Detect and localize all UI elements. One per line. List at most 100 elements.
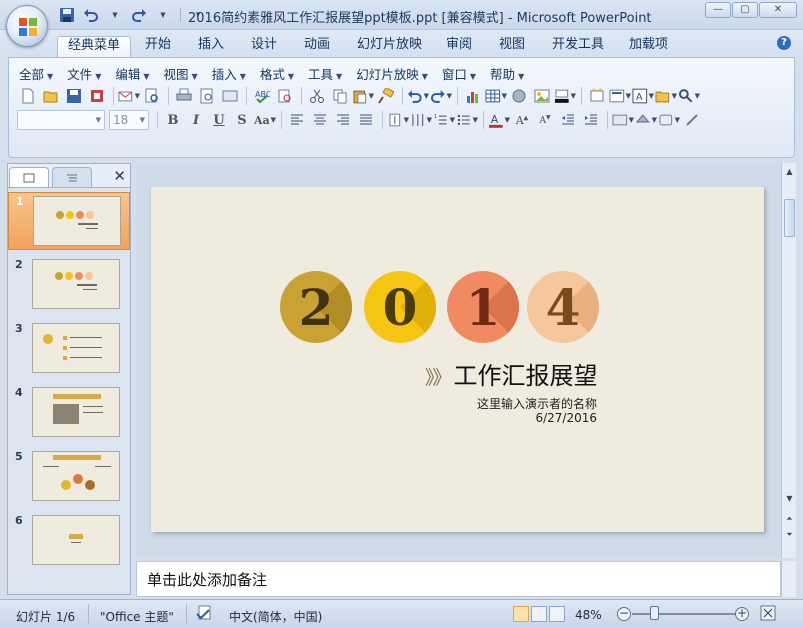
slide-thumbnail[interactable]: 3 [8,320,130,378]
insert-clipart-icon[interactable] [508,86,530,106]
slides-tab[interactable] [9,167,49,187]
zoom-out-button[interactable]: − [617,607,631,621]
copy-icon[interactable] [329,86,351,106]
year-digit-circle[interactable]: 4 [527,271,599,343]
notes-scrollbar[interactable] [781,561,796,597]
slide-layout-icon[interactable]: ▼ [609,86,631,106]
format-painter-icon[interactable] [375,86,397,106]
align-text-icon[interactable]: ▼ [410,110,432,130]
email-icon[interactable]: ▼ [118,86,140,106]
insert-chart-icon[interactable] [462,86,484,106]
tab-developer[interactable]: 开发工具 [542,36,614,57]
new-slide-icon[interactable] [586,86,608,106]
shape-fill-icon[interactable]: ▼ [658,110,680,130]
vertical-scrollbar[interactable]: ▲ ▼ ⏶ ⏷ [781,163,796,558]
slide-thumbnail[interactable]: 6 [8,512,130,570]
slide-thumbnail[interactable]: 4 [8,384,130,442]
redo-icon[interactable]: ▼ [430,86,452,106]
tab-design[interactable]: 设计 [241,36,287,57]
shapes-folder-icon[interactable]: ▼ [655,86,677,106]
menu-view[interactable]: 视图 ▼ [164,64,198,82]
preview-icon[interactable] [196,86,218,106]
slideshow-view-icon[interactable] [549,606,565,622]
menu-all[interactable]: 全部 ▼ [19,64,53,82]
new-document-icon[interactable] [17,86,39,106]
menu-file[interactable]: 文件 ▼ [67,64,101,82]
tab-home[interactable]: 开始 [135,36,181,57]
justify-icon[interactable] [355,110,377,130]
zoom-in-button[interactable]: + [735,607,749,621]
year-digit-circle[interactable]: 0 [364,271,436,343]
fit-to-window-icon[interactable] [760,605,776,624]
presenter-name[interactable]: 这里输入演示者的名称 [477,395,597,412]
menu-tools[interactable]: 工具 ▼ [308,64,342,82]
print-preview-icon[interactable] [141,86,163,106]
redo-icon[interactable] [128,5,150,25]
spelling-icon[interactable]: ABC [251,86,273,106]
zoom-level[interactable]: 48% [575,608,602,622]
slide-thumbnail[interactable]: 5 [8,448,130,506]
numbering-icon[interactable]: 1 ▼ [433,110,455,130]
year-digit-circle[interactable]: 1 [447,271,519,343]
undo-icon[interactable] [80,5,102,25]
outline-tab[interactable] [52,167,92,187]
notes-pane[interactable]: 单击此处添加备注 [136,561,781,597]
align-right-icon[interactable] [332,110,354,130]
shadow-icon[interactable]: S [231,110,253,130]
tab-view[interactable]: 视图 [489,36,535,57]
paste-icon[interactable]: ▼ [352,86,374,106]
tab-animation[interactable]: 动画 [294,36,340,57]
research-icon[interactable] [274,86,296,106]
slide-sorter-view-icon[interactable] [531,606,547,622]
office-button[interactable] [6,5,48,47]
notes-placeholder[interactable]: 单击此处添加备注 [147,569,267,590]
menu-edit[interactable]: 编辑 ▼ [115,64,149,82]
cut-icon[interactable] [306,86,328,106]
scroll-up-icon[interactable]: ▲ [784,166,795,177]
italic-icon[interactable]: I [185,110,207,130]
language-indicator[interactable]: 中文(简体，中国) [229,608,322,625]
tab-slideshow[interactable]: 幻灯片放映 [347,36,432,57]
close-button[interactable]: ✕ [759,2,797,18]
maximize-button[interactable]: ▢ [732,2,758,18]
scroll-down-icon[interactable]: ▼ [784,493,795,504]
increase-indent-icon[interactable] [580,110,602,130]
text-box-icon[interactable]: A ▼ [632,86,654,106]
layout-icon[interactable] [219,86,241,106]
year-digit-circle[interactable]: 2 [280,271,352,343]
align-left-icon[interactable] [286,110,308,130]
tab-addins[interactable]: 加载项 [619,36,678,57]
font-name-combo[interactable]: ▼ [17,110,105,130]
zoom-slider-track[interactable] [632,613,736,615]
slide-title[interactable]: 》》 工作汇报展望 [425,356,598,391]
insert-picture-icon[interactable] [531,86,553,106]
line-color-icon[interactable] [681,110,703,130]
close-panel-icon[interactable]: ✕ [113,167,126,185]
underline-icon[interactable]: U [208,110,230,130]
zoom-slider-knob[interactable] [650,606,659,620]
slide-thumbnail[interactable]: 1 [8,192,130,250]
bold-icon[interactable]: B [162,110,184,130]
undo-dropdown-icon[interactable]: ▼ [104,5,126,25]
font-size-combo[interactable]: 18 ▼ [109,110,149,130]
next-slide-icon[interactable]: ⏷ [784,529,795,540]
previous-slide-icon[interactable]: ⏶ [784,513,795,524]
slide-design-icon[interactable]: ▼ [612,110,634,130]
slide-thumbnail[interactable]: 2 [8,256,130,314]
print-icon[interactable] [173,86,195,106]
help-icon[interactable]: ? [777,36,791,50]
presentation-date[interactable]: 6/27/2016 [535,411,597,425]
decrease-indent-icon[interactable] [557,110,579,130]
save-icon[interactable] [56,5,78,25]
shrink-font-icon[interactable]: A▼ [534,110,556,130]
open-folder-icon[interactable] [40,86,62,106]
align-center-icon[interactable] [309,110,331,130]
text-direction-icon[interactable]: ▼ [387,110,409,130]
spell-check-icon[interactable] [196,605,214,624]
menu-window[interactable]: 窗口 ▼ [442,64,476,82]
tab-review[interactable]: 审阅 [436,36,482,57]
menu-slideshow[interactable]: 幻灯片放映 ▼ [356,64,428,82]
fill-color-icon[interactable]: ▼ [554,86,576,106]
tab-classic-menu[interactable]: 经典菜单 [57,36,132,57]
shape-effects-icon[interactable]: ▼ [635,110,657,130]
